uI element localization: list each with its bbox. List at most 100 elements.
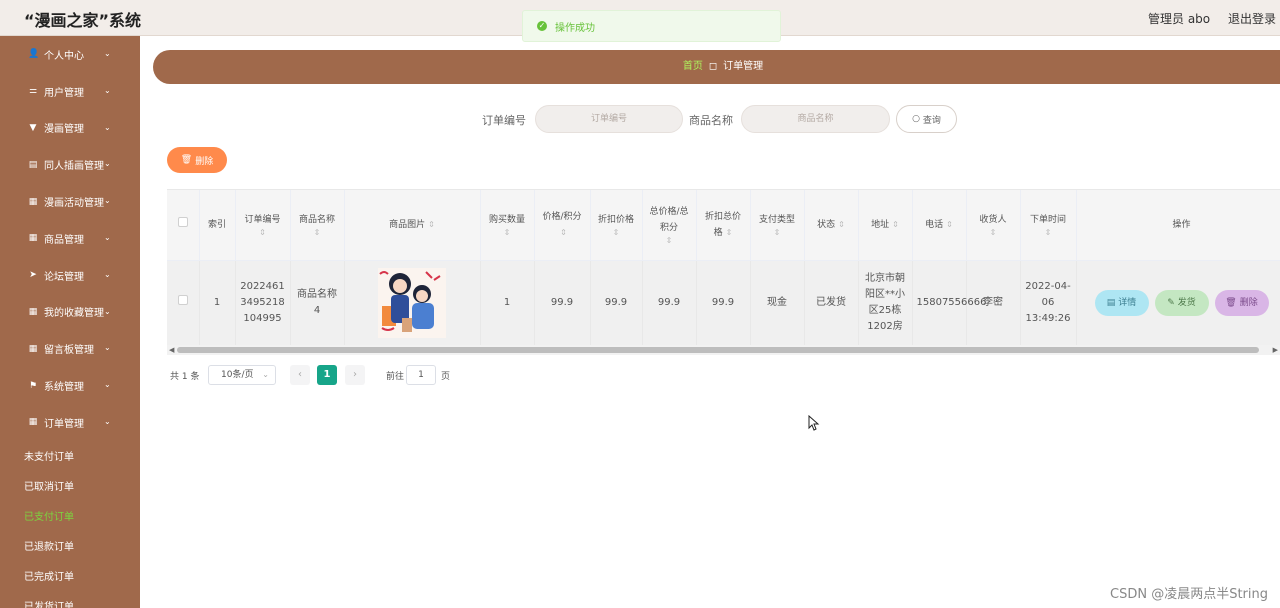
sidebar-item-3[interactable]: ▤ 同人插画管理 ⌄ — [0, 146, 140, 183]
mouse-cursor-icon — [808, 415, 820, 431]
breadcrumb: 首页 ◻ 订单管理 — [153, 50, 1280, 84]
row-checkbox[interactable] — [177, 295, 188, 306]
sidebar: 👤 个人中心 ⌄ ⚌ 用户管理 ⌄ ▼ 漫画管理 ⌄ ▤ 同人插画管理 ⌄ ▦ 漫画活动管理 ⌄ ▦ 商品管理 ⌄… — [0, 36, 140, 608]
col-receiver[interactable]: 收货人 ⇕ — [966, 190, 1021, 261]
header-actions: 管理员 abo 退出登录 — [1134, 10, 1276, 27]
col-price-label: 价格/积分 — [542, 211, 582, 222]
sort-icon: ⇕ — [946, 219, 953, 229]
col-product-name[interactable]: 商品名称 ⇕ — [290, 190, 345, 261]
order-no-input[interactable]: 订单编号 — [535, 105, 683, 133]
sort-icon: ⇕ — [1044, 227, 1052, 237]
sort-icon: ⇕ — [612, 227, 620, 237]
sidebar-item-10[interactable]: ▦ 订单管理 ⌄ — [0, 404, 140, 441]
col-discount-total[interactable]: 折扣总价格 ⇕ — [696, 190, 751, 261]
breadcrumb-separator-icon: ◻ — [708, 61, 718, 72]
col-discount-price[interactable]: 折扣价格 ⇕ — [590, 190, 643, 261]
grid-icon: ▦ — [28, 196, 38, 207]
scroll-right-icon[interactable]: ▶ — [1273, 345, 1278, 355]
scroll-thumb[interactable] — [177, 347, 1259, 353]
sidebar-item-9[interactable]: ⚑ 系统管理 ⌄ — [0, 367, 140, 404]
goto-page-input[interactable]: 1 — [406, 365, 436, 385]
product-name-input[interactable]: 商品名称 — [741, 105, 890, 133]
cell-product-image — [344, 260, 481, 346]
col-pay-type[interactable]: 支付类型 ⇕ — [750, 190, 805, 261]
sidebar-item-label: 留言板管理 — [44, 345, 94, 357]
cell-address: 北京市朝阳区**小区25栋1202房 — [858, 260, 913, 346]
chevron-left-icon: ‹ — [298, 369, 302, 380]
col-phone[interactable]: 电话 ⇕ — [912, 190, 967, 261]
orders-table: 索引 订单编号 ⇕ 商品名称 ⇕ 商品图片 ⇕ 购买数量 ⇕ 价格/积分⇕ 折扣价格 ⇕ … — [167, 189, 1280, 356]
submenu-item-3[interactable]: 已退款订单 — [0, 531, 140, 561]
main-content: 首页 ◻ 订单管理 订单编号 订单编号 商品名称 商品名称 ○ 查询 🗑 删除 索引… — [140, 36, 1280, 608]
sidebar-item-label: 商品管理 — [44, 234, 84, 246]
page-size-select[interactable]: 10条/页 ⌄ — [208, 365, 276, 385]
col-order-no[interactable]: 订单编号 ⇕ — [235, 190, 291, 261]
toast-message: 操作成功 — [555, 22, 595, 34]
sidebar-item-6[interactable]: ➤ 论坛管理 ⌄ — [0, 257, 140, 294]
sidebar-item-8[interactable]: ▦ 留言板管理 ⌄ — [0, 330, 140, 367]
grid-icon: ▦ — [28, 306, 38, 317]
chevron-down-icon: ⌄ — [104, 159, 111, 169]
ship-button-label: 发货 — [1177, 298, 1196, 309]
batch-delete-button[interactable]: 🗑 删除 — [167, 147, 227, 173]
sidebar-item-7[interactable]: ▦ 我的收藏管理 ⌄ — [0, 294, 140, 331]
col-status[interactable]: 状态 ⇕ — [804, 190, 859, 261]
cell-order-no: 2022461 3495218 104995 — [235, 260, 291, 346]
chevron-down-icon: ⌄ — [104, 343, 111, 353]
sidebar-item-5[interactable]: ▦ 商品管理 ⌄ — [0, 220, 140, 257]
cell-pay-type: 现金 — [750, 260, 805, 346]
sidebar-item-label: 订单管理 — [44, 418, 84, 430]
col-price[interactable]: 价格/积分 ⇕ — [534, 190, 591, 261]
submenu-item-2[interactable]: 已支付订单 — [0, 501, 140, 531]
sidebar-item-2[interactable]: ▼ 漫画管理 ⌄ — [0, 110, 140, 147]
col-order-time[interactable]: 下单时间 ⇕ — [1020, 190, 1077, 261]
detail-button[interactable]: ▤ 详情 — [1094, 290, 1149, 317]
col-order-time-label: 下单时间 — [1029, 214, 1066, 225]
chevron-down-icon: ⌄ — [104, 306, 111, 316]
col-quantity[interactable]: 购买数量 ⇕ — [480, 190, 535, 261]
sort-icon: ⇕ — [665, 235, 673, 245]
success-toast: ✓ 操作成功 — [522, 10, 781, 42]
submenu-item-1[interactable]: 已取消订单 — [0, 471, 140, 501]
sidebar-item-4[interactable]: ▦ 漫画活动管理 ⌄ — [0, 183, 140, 220]
query-button[interactable]: ○ 查询 — [896, 105, 957, 133]
col-address[interactable]: 地址 ⇕ — [858, 190, 913, 261]
logout-link[interactable]: 退出登录 — [1228, 12, 1276, 26]
trash-icon: 🗑 — [1225, 298, 1237, 309]
flag-icon: ⚑ — [28, 380, 38, 391]
ship-button[interactable]: ✎ 发货 — [1154, 290, 1209, 317]
sidebar-item-1[interactable]: ⚌ 用户管理 ⌄ — [0, 73, 140, 110]
table-horizontal-scrollbar[interactable]: ◀ ▶ — [167, 345, 1280, 355]
goto-label: 前往 — [386, 372, 405, 382]
submenu-item-0[interactable]: 未支付订单 — [0, 441, 140, 471]
prev-page-button[interactable]: ‹ — [290, 365, 310, 385]
col-quantity-label: 购买数量 — [488, 214, 525, 225]
edit-icon: ✎ — [1167, 298, 1175, 309]
row-delete-button[interactable]: 🗑 删除 — [1214, 290, 1269, 317]
product-thumbnail[interactable] — [378, 268, 446, 339]
scroll-left-icon[interactable]: ◀ — [169, 345, 174, 355]
current-user: 管理员 abo — [1148, 12, 1211, 26]
cell-index: 1 — [199, 260, 236, 346]
watermark: CSDN @凌晨两点半String — [1110, 587, 1268, 602]
col-actions: 操作 — [1076, 190, 1280, 261]
select-all-checkbox[interactable] — [177, 216, 188, 227]
page-number-current[interactable]: 1 — [317, 365, 337, 385]
trash-icon: 🗑 — [180, 155, 193, 165]
box-icon: ▤ — [28, 159, 38, 170]
search-icon: ○ — [912, 114, 920, 124]
table-header-row: 索引 订单编号 ⇕ 商品名称 ⇕ 商品图片 ⇕ 购买数量 ⇕ 价格/积分⇕ 折扣价格 ⇕ … — [167, 190, 1280, 261]
page-size-value: 10条/页 — [221, 370, 254, 380]
submenu-item-4[interactable]: 已完成订单 — [0, 561, 140, 591]
chevron-down-icon: ⌄ — [104, 416, 111, 426]
col-total[interactable]: 总价格/总积分 ⇕ — [642, 190, 697, 261]
sidebar-item-label: 个人中心 — [44, 50, 84, 62]
sidebar-item-0[interactable]: 👤 个人中心 ⌄ — [0, 36, 140, 73]
cell-phone: 15807556666 — [912, 260, 987, 346]
next-page-button[interactable]: › — [345, 365, 365, 385]
cell-discount-price: 99.9 — [590, 260, 643, 346]
submenu-item-5[interactable]: 已发货订单 — [0, 591, 140, 608]
breadcrumb-home[interactable]: 首页 — [683, 61, 703, 72]
sidebar-item-label: 同人插画管理 — [44, 161, 104, 173]
col-product-image[interactable]: 商品图片 ⇕ — [344, 190, 481, 261]
